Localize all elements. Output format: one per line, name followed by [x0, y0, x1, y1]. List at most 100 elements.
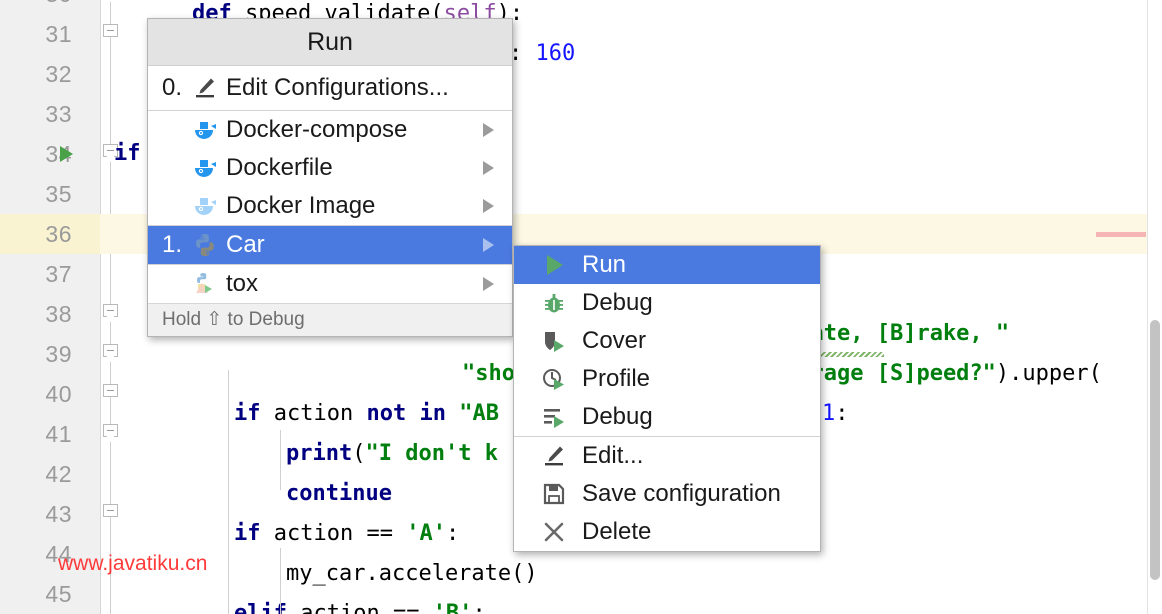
menu-item-label: Profile [582, 365, 812, 393]
context-menu-item-edit[interactable]: Edit... [514, 437, 820, 475]
menu-item-label: Run [582, 251, 812, 279]
profile-icon [536, 366, 572, 392]
context-menu-item-debug[interactable]: Debug [514, 284, 820, 322]
fold-tip [106, 316, 115, 322]
menu-item-label: Cover [582, 327, 812, 355]
run-icon [536, 252, 572, 278]
context-menu-item-debug[interactable]: Debug [514, 398, 820, 436]
fold-box [103, 344, 118, 357]
menu-item-label: tox [226, 270, 504, 298]
editor-scrollbar-track[interactable] [1147, 0, 1162, 614]
cover-icon [536, 328, 572, 354]
line-number: 37 [0, 254, 72, 294]
run-menu-item-list: 0. Edit Configurations... Docker-compose Do… [148, 66, 512, 303]
fold-box [103, 24, 118, 37]
run-gutter-icon[interactable] [60, 146, 73, 162]
context-menu-item-list: Run Debug Cover Profile Debug Edit... Save con… [514, 246, 820, 551]
docker-icon [188, 155, 222, 181]
code-fold-icon[interactable] [103, 384, 119, 404]
menu-item-label: Debug [582, 403, 812, 431]
code-line-31: : 160 [509, 34, 575, 74]
context-menu-item-cover[interactable]: Cover [514, 322, 820, 360]
code-line-45: my_car.accelerate() [286, 554, 538, 594]
code-line-42: print("I don't k [286, 434, 498, 474]
menu-item-label: Delete [582, 518, 812, 546]
fold-box [103, 424, 118, 437]
code-fold-icon[interactable] [103, 344, 119, 364]
code-line-46: elif action == 'B': [234, 594, 486, 614]
line-number: 32 [0, 54, 72, 94]
code-line-41b: 1: [822, 394, 849, 434]
debug-icon [536, 290, 572, 316]
line-number: 31 [0, 14, 72, 54]
code-fold-icon[interactable] [103, 304, 119, 324]
fold-tip [106, 0, 115, 2]
run-config-actions-submenu[interactable]: Run Debug Cover Profile Debug Edit... Save con… [513, 245, 821, 552]
line-number: 40 [0, 374, 72, 414]
menu-item-label: Edit Configurations... [226, 74, 504, 102]
run-menu-item-dockerfile[interactable]: Dockerfile [148, 149, 512, 187]
context-menu-item-profile[interactable]: Profile [514, 360, 820, 398]
editor-scrollbar-thumb[interactable] [1150, 320, 1160, 580]
tox-icon [188, 271, 222, 297]
fold-box [103, 384, 118, 397]
code-line-44: if action == 'A': [234, 514, 459, 554]
run-menu-item-docker-compose[interactable]: Docker-compose [148, 111, 512, 149]
run-menu-item-docker-image[interactable]: Docker Image [148, 187, 512, 225]
chevron-right-icon [483, 161, 494, 175]
line-number: 30 [0, 0, 72, 14]
chevron-right-icon [483, 123, 494, 137]
line-number: 33 [0, 94, 72, 134]
code-fold-icon[interactable] [103, 424, 119, 444]
menu-item-label: Docker Image [226, 192, 504, 220]
menu-item-label: Dockerfile [226, 154, 504, 182]
menu-item-label: Docker-compose [226, 116, 504, 144]
code-fold-icon[interactable] [103, 504, 119, 524]
menu-item-mnemonic: 0. [162, 74, 188, 102]
menu-item-label: Debug [582, 289, 812, 317]
line-number: 41 [0, 414, 72, 454]
menu-item-label: Save configuration [582, 480, 812, 508]
line-number: 45 [0, 574, 72, 614]
code-line-43: continue [286, 474, 392, 514]
context-menu-item-run[interactable]: Run [514, 246, 820, 284]
docker-faded-icon [188, 193, 222, 219]
debug2-icon [536, 404, 572, 430]
context-menu-item-delete[interactable]: Delete [514, 513, 820, 551]
save-icon [536, 481, 572, 507]
fold-tip [106, 436, 115, 442]
site-watermark: www.javatiku.cn [58, 552, 207, 576]
run-menu-item-car[interactable]: 1.Car [148, 226, 512, 264]
pencil-icon [536, 443, 572, 469]
fold-box [103, 504, 118, 517]
line-number: 39 [0, 334, 72, 374]
line-number: 35 [0, 174, 72, 214]
line-number: 43 [0, 494, 72, 534]
menu-item-label: Edit... [582, 442, 812, 470]
chevron-right-icon [483, 277, 494, 291]
fold-box [103, 304, 118, 317]
chevron-right-icon [483, 238, 494, 252]
popup-title: Run [148, 19, 512, 66]
run-configurations-popup[interactable]: Run 0. Edit Configurations... Docker-compo… [147, 18, 513, 337]
fold-tip [106, 356, 115, 362]
context-menu-item-save-configuration[interactable]: Save configuration [514, 475, 820, 513]
indent-guide [280, 430, 281, 490]
docker-icon [188, 117, 222, 143]
run-menu-item-tox[interactable]: tox [148, 265, 512, 303]
code-fold-icon[interactable] [103, 0, 119, 4]
code-line-40b: verage [S]peed?").upper( [784, 354, 1102, 394]
error-stripe-marker[interactable] [1096, 232, 1146, 237]
delete-icon [536, 519, 572, 545]
menu-item-label: Car [226, 231, 504, 259]
python-icon [188, 232, 222, 258]
chevron-right-icon [483, 199, 494, 213]
pencil-icon [188, 75, 222, 101]
line-number: 36 [0, 214, 72, 254]
code-fold-icon[interactable] [103, 24, 119, 44]
indent-guide [280, 548, 281, 614]
run-menu-item-edit-configurations[interactable]: 0. Edit Configurations... [148, 66, 512, 110]
pycharm-editor-window: 3031323334353637383940414243444546 def s… [0, 0, 1162, 614]
run-menu-hint: Hold ⇧ to Debug [148, 303, 512, 336]
code-line-41a: if action not in "AB [234, 394, 499, 434]
